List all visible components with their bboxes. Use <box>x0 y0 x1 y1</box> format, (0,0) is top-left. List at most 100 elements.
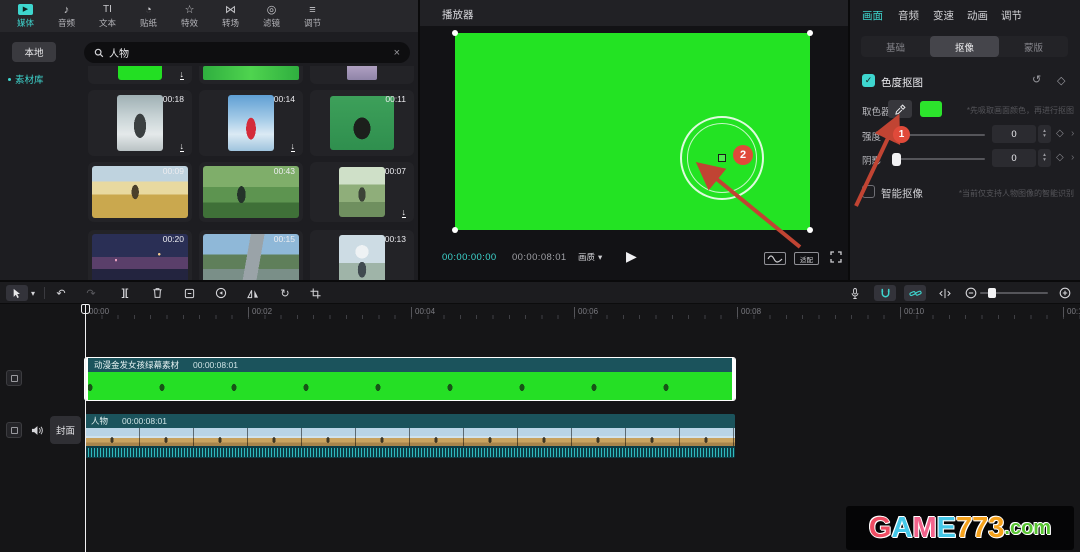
toolbar-item-audio[interactable]: ♪ 音频 <box>47 1 86 31</box>
watermark-letter: m <box>1033 506 1051 550</box>
delete-icon[interactable] <box>148 285 166 301</box>
tab-animation[interactable]: 动画 <box>967 8 988 23</box>
media-card[interactable]: 00:13 ↓ <box>310 230 414 280</box>
track-icon[interactable] <box>6 422 22 438</box>
tab-audio[interactable]: 音频 <box>898 8 919 23</box>
scope-icon[interactable] <box>764 252 786 265</box>
split-icon[interactable]: ][ <box>116 285 134 301</box>
toolbar-item-filter[interactable]: ◎ 滤镜 <box>252 1 291 31</box>
zoom-slider[interactable] <box>980 292 1048 294</box>
media-card[interactable]: 00:43 <box>199 162 303 222</box>
undo-icon[interactable]: ↶ <box>52 285 70 301</box>
timeline-clip-greenscreen[interactable]: 动漫金发女孩绿幕素材 00:00:08:01 <box>85 358 735 400</box>
annotation-step-1: 1 <box>893 126 910 143</box>
media-card[interactable]: 00:15 <box>199 230 303 280</box>
eyedropper-button[interactable] <box>888 100 912 118</box>
shadow-value[interactable]: 0 <box>992 149 1036 167</box>
reverse-icon[interactable] <box>212 285 230 301</box>
media-card[interactable]: 00:20 ↓ <box>88 230 192 280</box>
corner-handle[interactable] <box>452 30 458 36</box>
top-toolbar: ▶ 媒体 ♪ 音频 TI 文本 ◔ 贴纸 ☆ 特效 ⋈ 转场 <box>0 0 418 32</box>
media-card[interactable] <box>310 66 414 84</box>
shadow-stepper[interactable]: ▴ ▾ <box>1038 149 1051 167</box>
redo-icon[interactable]: ↷ <box>82 285 100 301</box>
keyframe-icon[interactable]: ◇ <box>1056 152 1064 163</box>
playhead-handle[interactable] <box>81 304 90 314</box>
subtab-basic[interactable]: 基础 <box>861 36 930 57</box>
subtab-cutout[interactable]: 抠像 <box>930 36 999 57</box>
speaker-icon[interactable] <box>28 422 46 438</box>
rotate-icon[interactable]: ↻ <box>276 285 294 301</box>
toolbar-item-effects[interactable]: ☆ 特效 <box>170 1 209 31</box>
smart-cutout-checkbox[interactable] <box>862 185 875 198</box>
media-card[interactable]: 00:18 ↓ <box>88 90 192 156</box>
keyframe-icon[interactable]: ◇ <box>1056 128 1064 139</box>
chroma-key-checkbox[interactable]: ✓ <box>862 74 875 87</box>
download-icon[interactable]: ↓ <box>291 142 296 152</box>
watermark-letter: c <box>1010 506 1021 550</box>
shadow-slider-handle[interactable] <box>892 153 901 166</box>
zoom-slider-handle[interactable] <box>988 288 996 298</box>
track-icon[interactable] <box>6 370 22 386</box>
cursor-tool-dropdown-icon[interactable]: ▾ <box>28 285 38 301</box>
cover-button[interactable]: 封面 <box>50 416 81 444</box>
strength-label: 强度 <box>862 129 881 143</box>
crop-icon[interactable] <box>306 285 324 301</box>
subtab-mask[interactable]: 蒙版 <box>999 36 1068 57</box>
snap-icon[interactable] <box>874 285 896 301</box>
timeline-ruler[interactable]: 00:00 00:02 00:04 00:06 00:08 00:10 00:1… <box>0 306 1080 320</box>
reset-icon[interactable]: ↺ <box>1032 73 1041 86</box>
clear-search-icon[interactable]: × <box>394 47 400 59</box>
strength-stepper[interactable]: ▴ ▾ <box>1038 125 1051 143</box>
quality-label: 画质 <box>578 251 595 263</box>
media-card[interactable]: 00:09 <box>88 162 192 222</box>
fullscreen-icon[interactable] <box>830 251 842 263</box>
search-bar[interactable]: × <box>84 42 410 63</box>
toolbar-item-adjust[interactable]: ≡ 调节 <box>293 1 332 31</box>
cursor-tool[interactable] <box>6 285 28 301</box>
fit-ratio-button[interactable]: 适配 <box>794 252 819 265</box>
download-icon[interactable]: ↓ <box>180 142 185 152</box>
corner-handle[interactable] <box>452 227 458 233</box>
media-card[interactable]: 00:07 ↓ <box>310 162 414 222</box>
download-icon[interactable]: ↓ <box>180 70 185 80</box>
color-pick-target[interactable] <box>718 154 726 162</box>
zoom-in-icon[interactable] <box>1056 285 1074 301</box>
media-card[interactable]: 00:11 <box>310 90 414 156</box>
corner-handle[interactable] <box>807 227 813 233</box>
timeline-clip-person[interactable]: 人物 00:00:08:01 <box>85 414 735 458</box>
duration-badge: 00:14 <box>274 94 295 104</box>
sidebar-item-library[interactable]: 素材库 <box>8 70 74 88</box>
freeze-frame-icon[interactable] <box>180 285 198 301</box>
media-card[interactable]: ↓ <box>88 66 192 84</box>
tab-speed[interactable]: 变速 <box>933 8 954 23</box>
preview-axis-icon[interactable] <box>936 285 954 301</box>
shadow-slider[interactable] <box>892 158 985 160</box>
tab-adjust[interactable]: 调节 <box>1001 8 1022 23</box>
search-input[interactable] <box>109 47 389 58</box>
sidebar-item-local[interactable]: 本地 <box>12 42 56 62</box>
keyframe-icon[interactable]: ◇ <box>1057 74 1065 87</box>
mirror-icon[interactable] <box>244 285 262 301</box>
playhead[interactable] <box>85 304 86 552</box>
download-icon[interactable]: ↓ <box>402 208 407 218</box>
media-card[interactable] <box>199 66 303 84</box>
color-swatch[interactable] <box>920 101 942 117</box>
stepper-down-icon[interactable]: ▾ <box>1043 158 1046 163</box>
toolbar-item-media[interactable]: ▶ 媒体 <box>6 1 45 31</box>
media-card[interactable]: 00:14 ↓ <box>199 90 303 156</box>
play-button[interactable]: ▶ <box>626 248 637 265</box>
preview-canvas[interactable] <box>455 33 810 230</box>
toolbar-item-transition[interactable]: ⋈ 转场 <box>211 1 250 31</box>
total-time: 00:00:08:01 <box>512 252 567 263</box>
link-icon[interactable] <box>904 285 926 301</box>
toolbar-item-sticker[interactable]: ◔ 贴纸 <box>129 1 168 31</box>
zoom-out-icon[interactable] <box>962 285 980 301</box>
corner-handle[interactable] <box>807 30 813 36</box>
strength-value[interactable]: 0 <box>992 125 1036 143</box>
tab-picture[interactable]: 画面 <box>862 8 883 23</box>
stepper-down-icon[interactable]: ▾ <box>1043 134 1046 139</box>
mic-icon[interactable] <box>846 285 864 301</box>
quality-dropdown[interactable]: 画质 ▾ <box>578 251 602 263</box>
toolbar-item-text[interactable]: TI 文本 <box>88 1 127 31</box>
